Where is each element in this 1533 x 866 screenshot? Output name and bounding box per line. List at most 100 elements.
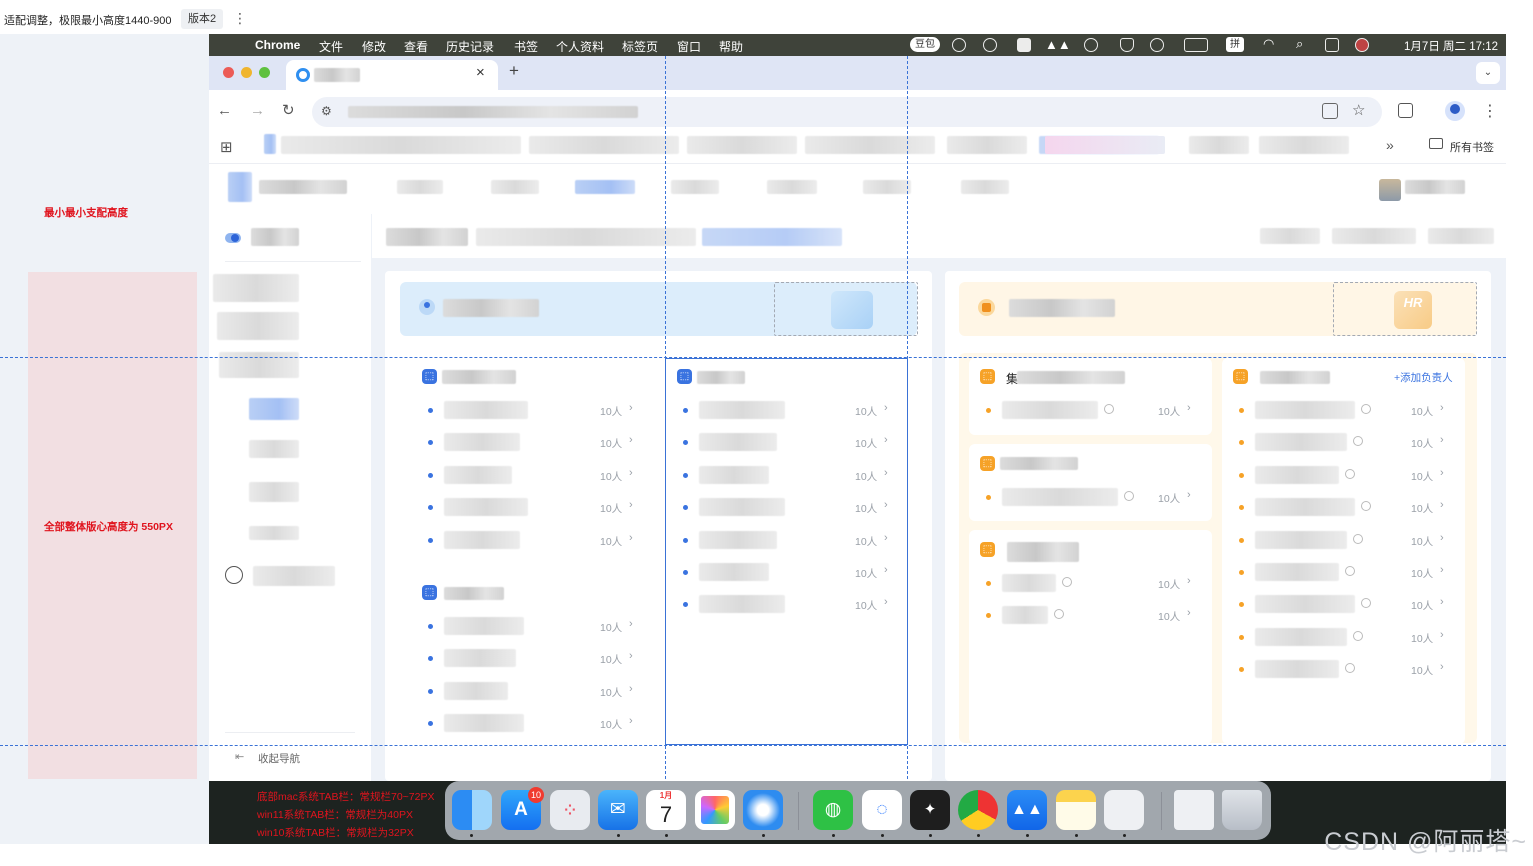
bookmark-item-blurred[interactable] — [947, 136, 1027, 154]
preview-window-icon[interactable] — [1174, 790, 1214, 830]
status-icon-5[interactable] — [1084, 38, 1098, 52]
member-name-blurred[interactable] — [1255, 498, 1355, 517]
chevron-right-icon[interactable]: › — [1187, 402, 1191, 414]
chevron-right-icon[interactable]: › — [1440, 467, 1444, 479]
action-blurred[interactable] — [1260, 228, 1320, 244]
chevron-right-icon[interactable]: › — [1440, 661, 1444, 673]
user-name-blurred[interactable] — [1405, 180, 1465, 194]
member-name-blurred[interactable] — [444, 465, 512, 484]
bookmarks-overflow-icon[interactable]: » — [1386, 137, 1394, 153]
figma-icon[interactable]: ✦ — [910, 790, 950, 830]
shield-icon[interactable] — [1120, 38, 1134, 52]
trash-icon[interactable] — [1222, 790, 1262, 830]
folder-icon[interactable] — [1429, 138, 1443, 149]
translate-icon[interactable] — [1322, 103, 1338, 119]
wifi-icon[interactable]: ◠ — [1263, 36, 1274, 52]
chevron-right-icon[interactable]: › — [1440, 434, 1444, 446]
chevron-right-icon[interactable]: › — [629, 467, 633, 479]
member-name-blurred[interactable] — [1255, 530, 1347, 549]
sidebar-toggle-icon[interactable] — [225, 233, 241, 243]
chevron-right-icon[interactable]: › — [629, 434, 633, 446]
sidebar-item[interactable] — [249, 440, 299, 458]
nav-item[interactable] — [767, 180, 817, 194]
menu-window[interactable]: 窗口 — [677, 38, 701, 55]
member-name-blurred[interactable] — [444, 433, 520, 452]
member-name-blurred[interactable] — [1255, 627, 1347, 646]
more-icon[interactable]: ⋮ — [233, 10, 247, 27]
tab-search-icon[interactable]: ⌄ — [1476, 62, 1500, 84]
locate-icon[interactable] — [1345, 566, 1355, 576]
sidebar-item[interactable] — [217, 312, 299, 340]
locate-icon[interactable] — [1124, 491, 1134, 501]
action-blurred[interactable] — [1428, 228, 1494, 244]
mail-icon[interactable]: ✉ — [598, 790, 638, 830]
member-name-blurred[interactable] — [444, 530, 520, 549]
chrome-icon[interactable] — [958, 790, 998, 830]
bookmark-item-blurred[interactable] — [1259, 136, 1349, 154]
address-bar[interactable]: ⚙ ☆ — [312, 97, 1382, 127]
finder-icon[interactable] — [452, 790, 492, 830]
bookmark-item-blurred[interactable] — [529, 136, 679, 154]
chevron-right-icon[interactable]: › — [629, 650, 633, 662]
status-icon-4[interactable]: ▲▲ — [1045, 37, 1071, 52]
member-name-blurred[interactable] — [1255, 595, 1355, 614]
chevron-right-icon[interactable]: › — [629, 618, 633, 630]
collapse-icon[interactable]: ⇤ — [235, 750, 244, 763]
notes-icon[interactable] — [1056, 790, 1096, 830]
sidebar-item[interactable] — [213, 274, 299, 302]
nav-item[interactable] — [397, 180, 443, 194]
nav-item[interactable] — [961, 180, 1009, 194]
sidebar-item[interactable] — [249, 482, 299, 502]
all-bookmarks[interactable]: 所有书签 — [1450, 139, 1494, 155]
status-icon-2[interactable] — [983, 38, 997, 52]
zoom-window-icon[interactable] — [259, 67, 270, 78]
chevron-right-icon[interactable]: › — [1440, 629, 1444, 641]
wechat-icon[interactable]: ◍ — [813, 790, 853, 830]
menu-file[interactable]: 文件 — [319, 38, 343, 55]
locate-icon[interactable] — [1062, 577, 1072, 587]
member-name-blurred[interactable] — [1002, 606, 1048, 625]
member-name-blurred[interactable] — [1002, 574, 1056, 592]
member-name-blurred[interactable] — [444, 498, 528, 517]
compass-icon[interactable] — [225, 566, 243, 584]
chevron-right-icon[interactable]: › — [1440, 532, 1444, 544]
menu-chrome[interactable]: Chrome — [255, 38, 300, 52]
sidebar-item[interactable] — [219, 352, 299, 378]
site-info-icon[interactable]: ⚙ — [321, 104, 332, 118]
menu-history[interactable]: 历史记录 — [446, 38, 494, 55]
member-name-blurred[interactable] — [1255, 563, 1339, 581]
chevron-right-icon[interactable]: › — [1440, 402, 1444, 414]
menu-bookmarks[interactable]: 书签 — [514, 38, 538, 55]
menu-edit[interactable]: 修改 — [362, 38, 386, 55]
nav-item-active[interactable] — [575, 180, 635, 194]
wechat-status-icon[interactable] — [1150, 38, 1164, 52]
safari-icon[interactable] — [743, 790, 783, 830]
user-avatar[interactable] — [1379, 179, 1401, 201]
bookmark-item-blurred[interactable] — [687, 136, 797, 154]
chevron-right-icon[interactable]: › — [629, 402, 633, 414]
profile-avatar[interactable] — [1445, 101, 1465, 121]
nav-item[interactable] — [491, 180, 539, 194]
launchpad-icon[interactable]: ⁘ — [550, 790, 590, 830]
photos-icon[interactable] — [695, 790, 735, 830]
bookmark-item-blurred[interactable] — [281, 136, 521, 154]
control-center-icon[interactable] — [1325, 38, 1339, 52]
lanhu-icon[interactable]: ▲▲ — [1007, 790, 1047, 830]
chevron-right-icon[interactable]: › — [1187, 575, 1191, 587]
siri-icon[interactable] — [1355, 38, 1369, 52]
logo-icon[interactable] — [228, 172, 252, 202]
extensions-icon[interactable] — [1398, 103, 1413, 118]
chevron-right-icon[interactable]: › — [629, 683, 633, 695]
member-name-blurred[interactable] — [444, 617, 524, 635]
add-owner-link[interactable]: +添加负责人 — [1394, 370, 1453, 385]
version-tag[interactable]: 版本2 — [181, 9, 224, 29]
member-name-blurred[interactable] — [444, 714, 524, 733]
menu-view[interactable]: 查看 — [404, 38, 428, 55]
bookmark-item-blurred[interactable] — [1189, 136, 1249, 154]
chevron-right-icon[interactable]: › — [629, 532, 633, 544]
locate-icon[interactable] — [1361, 404, 1371, 414]
active-tab[interactable]: × — [286, 60, 498, 90]
locate-icon[interactable] — [1345, 468, 1355, 479]
locate-icon[interactable] — [1104, 404, 1114, 414]
member-name-blurred[interactable] — [444, 401, 528, 419]
